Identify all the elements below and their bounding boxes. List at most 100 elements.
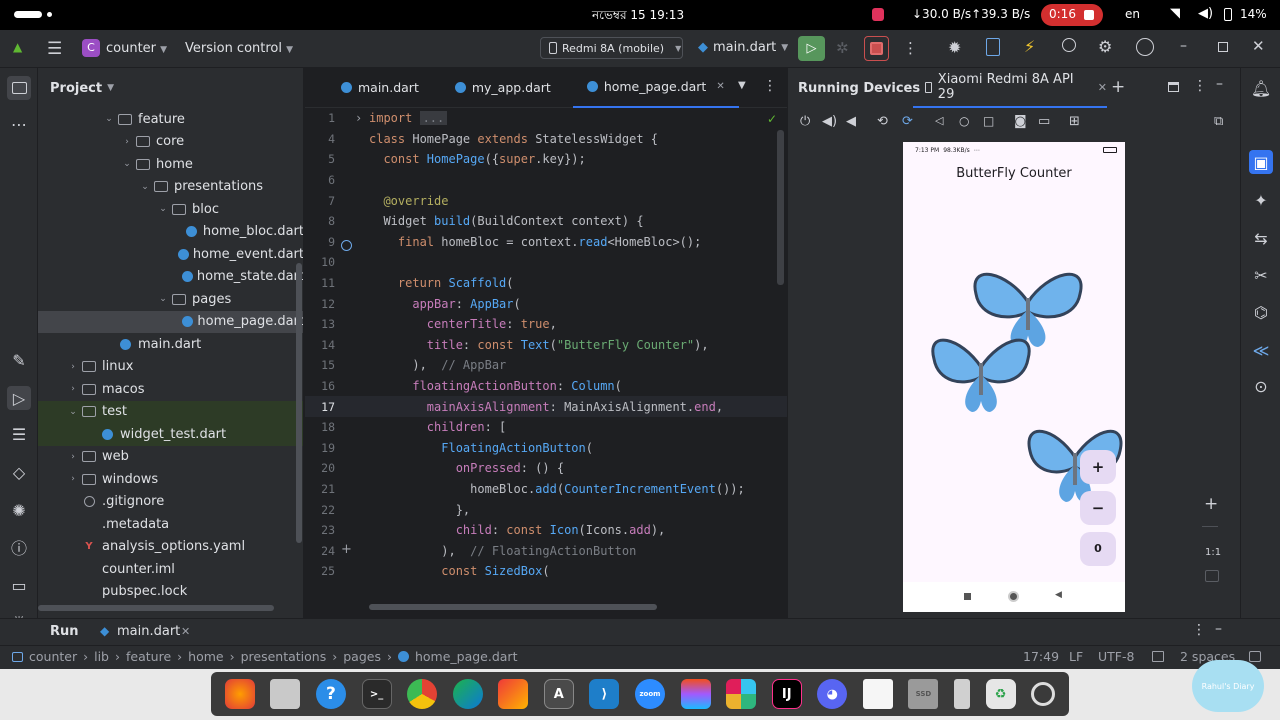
notifications-icon[interactable]: 🔔︎ <box>1249 76 1273 100</box>
chevron-down-icon[interactable]: ⌄ <box>156 294 170 304</box>
code-area[interactable]: 1 › import ... 4 class HomePage extends Stat… <box>305 108 787 582</box>
running-devices-tool-icon[interactable]: ▣ <box>1249 150 1273 174</box>
device-tab[interactable]: Xiaomi Redmi 8A API 29 ✕ <box>913 68 1107 108</box>
settings-app-icon[interactable] <box>1031 682 1056 706</box>
breadcrumb-item[interactable]: presentations <box>241 649 327 664</box>
problems-icon[interactable]: ⓘ <box>7 535 31 559</box>
increment-fab[interactable]: + <box>1080 450 1116 484</box>
rotate-right-icon[interactable]: ⟳ <box>902 114 913 129</box>
slack-icon[interactable] <box>726 679 757 709</box>
decrement-fab[interactable]: − <box>1080 491 1116 525</box>
bug-icon[interactable]: ✹ <box>948 38 961 57</box>
tree-file[interactable]: .metadata <box>38 513 303 536</box>
tree-folder[interactable]: › web <box>38 446 303 469</box>
code-line[interactable]: 24 ), // FloatingActionButton <box>305 540 787 561</box>
stop-button[interactable] <box>864 36 889 61</box>
code-line[interactable]: 9 final homeBloc = context. read <HomeBloc… <box>305 232 787 253</box>
power-icon[interactable]: ⏻ <box>800 114 810 129</box>
override-gutter-icon[interactable] <box>341 240 352 251</box>
file-encoding[interactable]: UTF-8 <box>1098 649 1134 664</box>
window-options-icon[interactable] <box>1168 82 1179 92</box>
intellij-icon[interactable]: IJ <box>771 679 802 709</box>
chevron-right-icon[interactable]: › <box>120 137 134 147</box>
tree-file[interactable]: counter.iml <box>38 558 303 581</box>
fit-screen-icon[interactable] <box>1205 570 1219 582</box>
device-frame-icon[interactable]: ⧉ <box>1214 114 1223 129</box>
tree-folder[interactable]: › linux <box>38 356 303 379</box>
chevron-right-icon[interactable]: › <box>66 474 80 484</box>
close-icon[interactable]: ✕ <box>181 625 190 638</box>
recent-apps-icon[interactable] <box>964 593 971 600</box>
maximize-icon[interactable] <box>1218 42 1228 52</box>
fold-icon[interactable]: › <box>355 111 362 125</box>
code-line[interactable]: 12 appBar: AppBar( <box>305 293 787 314</box>
tree-file[interactable]: home_event.dart <box>38 243 303 266</box>
tree-folder[interactable]: ⌄ home <box>38 153 303 176</box>
breadcrumb-item[interactable]: pages <box>343 649 381 664</box>
home-icon[interactable]: ○ <box>959 114 969 128</box>
zoom-icon[interactable]: zoom <box>634 679 665 709</box>
tree-file[interactable]: home_state.dart <box>38 266 303 289</box>
help-icon[interactable]: ? <box>315 679 346 709</box>
close-icon[interactable]: ✕ <box>716 81 724 92</box>
volume-down-icon[interactable]: ◀ <box>846 114 856 129</box>
code-line[interactable]: 5 const HomePage({super .key}); <box>305 149 787 170</box>
chevron-right-icon[interactable]: › <box>66 452 80 462</box>
back-button-icon[interactable]: ◀ <box>1055 590 1062 600</box>
editor-tab[interactable]: my_app.dart <box>441 68 565 108</box>
editor-hscrollbar[interactable] <box>369 604 657 610</box>
breadcrumb-item[interactable]: home <box>188 649 223 664</box>
code-line[interactable]: 21 homeBloc. add(CounterIncrementEvent())… <box>305 479 787 500</box>
tree-folder[interactable]: ⌄ test <box>38 400 303 423</box>
code-line[interactable]: 11 return Scaffold( <box>305 273 787 294</box>
code-line[interactable]: 14 title: const Text("ButterFly Counter"… <box>305 335 787 356</box>
code-line[interactable]: 8 Widget build (BuildContext context) { <box>305 211 787 232</box>
phone-screen[interactable]: 7:13 PM 98.3KB/s ⋯ ButterFly Counter + −… <box>903 142 1125 612</box>
breadcrumb-item[interactable]: feature <box>126 649 171 664</box>
run-session-tab[interactable]: main.dart <box>117 624 180 639</box>
breadcrumb-item[interactable]: home_page.dart <box>415 649 518 664</box>
close-icon[interactable]: ✕ <box>1098 81 1107 94</box>
hot-reload-icon[interactable]: ⚡ <box>1024 37 1035 56</box>
hide-panel-icon[interactable]: – <box>1215 621 1222 637</box>
more-vertical-icon[interactable]: ⋮ <box>1192 622 1206 638</box>
more-vertical-icon[interactable]: ⋮ <box>1193 78 1207 94</box>
tab-list-icon[interactable]: ▼ <box>738 80 746 91</box>
code-line[interactable]: 20 onPressed: () { <box>305 458 787 479</box>
more-tools-icon[interactable]: ⋯ <box>7 112 31 136</box>
minimize-icon[interactable]: – <box>1180 38 1187 54</box>
screen-record-icon[interactable]: ▭ <box>1038 114 1050 129</box>
tree-folder[interactable]: ⌄ presentations <box>38 176 303 199</box>
build-variants-icon[interactable]: ✎ <box>7 348 31 372</box>
terminal-icon[interactable]: >_ <box>361 679 392 709</box>
tree-folder[interactable]: › windows <box>38 468 303 491</box>
add-device-icon[interactable]: + <box>1111 77 1125 97</box>
chevron-right-icon[interactable]: › <box>66 362 80 372</box>
device-manager-tool-icon[interactable]: ✂ <box>1249 263 1273 287</box>
android-studio-icon[interactable]: A <box>543 679 574 709</box>
code-line[interactable]: 23 child: const Icon (Icons. add), <box>305 520 787 541</box>
account-icon[interactable] <box>1136 38 1154 56</box>
flutter-inspector-icon[interactable]: ≪ <box>1249 338 1273 362</box>
overview-icon[interactable]: □ <box>983 114 994 128</box>
tree-file[interactable]: home_bloc.dart <box>38 221 303 244</box>
code-line[interactable]: 6 <box>305 170 787 191</box>
screen-record-chip[interactable]: 0:16 <box>1041 4 1103 26</box>
chevron-down-icon[interactable]: ⌄ <box>66 407 80 417</box>
device-explorer-icon[interactable]: ⇆ <box>1249 226 1273 250</box>
breadcrumb-item[interactable]: lib <box>94 649 109 664</box>
app-quality-icon[interactable]: ◇ <box>7 460 31 484</box>
editor-tab[interactable]: home_page.dart ✕ <box>572 68 739 108</box>
zoom-in-icon[interactable]: + <box>1204 494 1218 514</box>
read-only-icon[interactable] <box>1249 651 1261 662</box>
home-button-icon[interactable] <box>1008 591 1019 602</box>
hide-panel-icon[interactable]: – <box>1216 76 1223 92</box>
edge-icon[interactable] <box>452 679 483 709</box>
debug-icon[interactable]: ✲ <box>836 39 849 57</box>
code-line[interactable]: 19 FloatingActionButton( <box>305 438 787 459</box>
code-line[interactable]: 10 <box>305 252 787 273</box>
logcat-icon[interactable]: ☰ <box>7 422 31 446</box>
version-control-dropdown[interactable]: Version control ▼ <box>185 41 293 56</box>
tree-file[interactable]: .gitignore <box>38 491 303 514</box>
figma-icon[interactable] <box>680 679 711 709</box>
